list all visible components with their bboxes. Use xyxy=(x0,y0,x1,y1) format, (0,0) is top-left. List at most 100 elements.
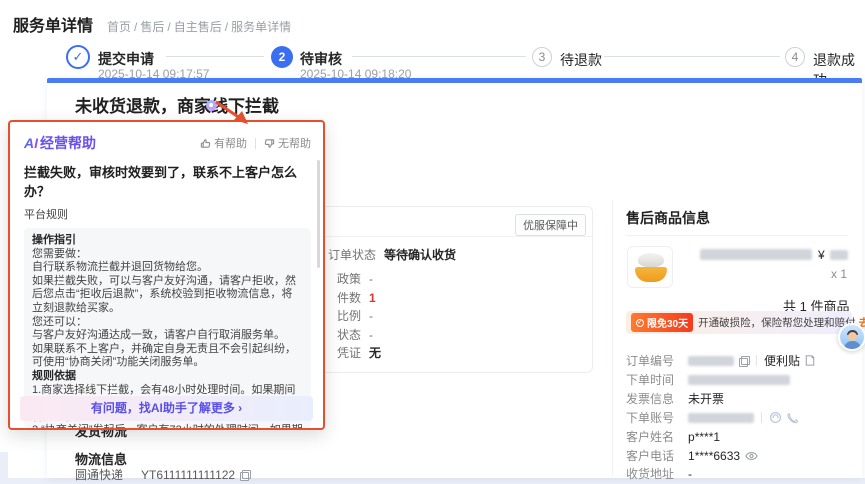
breadcrumb: 首页/售后/自主售后/服务单详情 xyxy=(107,18,291,35)
rule-line: 2.“协商关闭”发起后，客户有72小时的处理时间，如果期间客户未响应，退款申请会… xyxy=(32,424,303,428)
product-bowl-lid xyxy=(638,253,664,267)
customer-phone-row: 客户电话 1****6633 xyxy=(626,447,758,464)
insurance-banner: ✓限免30天 开通破损险，保险帮您处理和赔付 去签约> xyxy=(626,311,852,334)
product-bowl-body xyxy=(635,267,667,282)
guide-line: 自行联系物流拦截并退回货物给您。 xyxy=(32,261,303,275)
guide-line: 您需要做： xyxy=(32,248,303,262)
policy-row: 政策- xyxy=(337,270,373,287)
step3-number-badge: 3 xyxy=(532,47,552,67)
breadcrumb-self-aftersales[interactable]: 自主售后 xyxy=(174,20,222,34)
rules-title: 规则依据 xyxy=(32,370,303,384)
not-helpful-button[interactable]: 无帮助 xyxy=(264,135,311,151)
panel-scrollbar-thumb[interactable] xyxy=(317,160,320,268)
step2-label: 待审核 xyxy=(300,49,342,69)
ai-question: 拦截失败，审核时效要到了，联系不上客户怎么办？ xyxy=(24,162,311,200)
order-time-redacted xyxy=(688,375,790,385)
breadcrumb-current: 服务单详情 xyxy=(231,20,291,34)
product-title-redacted xyxy=(700,249,812,260)
order-status-row: 订单状态等待确认收货 xyxy=(328,246,456,263)
not-helpful-label: 无帮助 xyxy=(278,135,311,151)
ai-logo-prefix: AI xyxy=(24,135,38,151)
field-label: 客户电话 xyxy=(626,447,674,464)
eye-icon[interactable] xyxy=(745,451,758,461)
order-number-row: 订单编号 便利贴 xyxy=(626,352,815,369)
logistics-row: 圆通快递 YT6111111111122 xyxy=(75,466,250,483)
guide-line: 与客户友好沟通达成一致，请客户自行取消服务单。 xyxy=(32,329,303,343)
helpful-button[interactable]: 有帮助 xyxy=(200,135,247,151)
field-label: 下单账号 xyxy=(626,409,674,426)
field-label: 客户姓名 xyxy=(626,428,674,445)
order-number-redacted xyxy=(688,356,734,366)
product-quantity: x 1 xyxy=(831,267,847,281)
breadcrumb-separator: / xyxy=(225,20,228,34)
row-value: - xyxy=(369,272,373,286)
row-value: 无 xyxy=(369,346,381,360)
guide-title: 操作指引 xyxy=(32,234,303,248)
avatar-face xyxy=(848,332,857,341)
stepper-connector xyxy=(604,56,780,57)
phone-icon[interactable] xyxy=(787,412,799,424)
stepper-connector xyxy=(352,56,526,57)
service-order-detail-page: 服务单详情 首页/售后/自主售后/服务单详情 ✓ 提交申请 2025-10-14… xyxy=(0,0,865,484)
row-label: 件数 xyxy=(337,291,361,305)
price-symbol: ¥ xyxy=(818,248,825,262)
rule-category-label: 平台规则 xyxy=(24,206,311,222)
helpful-label: 有帮助 xyxy=(214,135,247,151)
breadcrumb-separator: / xyxy=(167,20,170,34)
feedback-divider xyxy=(255,138,256,149)
floating-support-avatar[interactable] xyxy=(838,323,865,351)
field-label: 收货地址 xyxy=(626,465,674,482)
field-label: 订单编号 xyxy=(626,352,674,369)
limited-free-badge: ✓限免30天 xyxy=(631,313,693,332)
copy-icon[interactable] xyxy=(739,356,749,366)
copy-icon[interactable] xyxy=(240,470,250,480)
order-time-row: 下单时间 xyxy=(626,371,790,388)
note-icon[interactable] xyxy=(805,355,815,366)
step1-check-icon: ✓ xyxy=(66,45,90,69)
breadcrumb-aftersales[interactable]: 售后 xyxy=(140,20,164,34)
step3-label: 待退款 xyxy=(560,50,602,70)
order-status-card: 优服保障中 订单状态等待确认收货 政策- 件数1 比例- 状态- 凭证无 xyxy=(300,206,593,373)
thumbs-up-icon xyxy=(200,138,211,149)
stepper-connector xyxy=(166,56,264,57)
sidebar-title-divider xyxy=(626,235,848,236)
row-label: 凭证 xyxy=(337,346,361,360)
sticky-note-link[interactable]: 便利贴 xyxy=(764,352,800,369)
item-count-row: 件数 1 xyxy=(337,289,376,306)
field-label: 下单时间 xyxy=(626,371,674,388)
row-value: 1 xyxy=(369,291,376,305)
value-divider xyxy=(756,355,757,366)
shield-check-icon: ✓ xyxy=(636,319,644,327)
invoice-row: 发票信息 未开票 xyxy=(626,390,724,407)
step4-number-badge: 4 xyxy=(785,47,805,67)
row-value: - xyxy=(369,309,373,323)
ai-assistant-panel: AI经营帮助 有帮助 无帮助 拦截失败，审核时效要到了，联系不上客户怎么办？ 平… xyxy=(8,120,325,430)
breadcrumb-home[interactable]: 首页 xyxy=(107,20,131,34)
step2-number-badge: 2 xyxy=(271,46,293,68)
row-label: 状态 xyxy=(337,328,361,342)
shipping-address-row: 收货地址 - xyxy=(626,465,692,482)
guide-line: 您还可以： xyxy=(32,316,303,330)
row-label: 政策 xyxy=(337,272,361,286)
row-label: 比例 xyxy=(337,309,361,323)
feedback-controls: 有帮助 无帮助 xyxy=(200,135,311,151)
sidebar-divider xyxy=(612,200,613,476)
row-label: 订单状态 xyxy=(328,248,376,262)
thumbs-down-icon xyxy=(264,138,275,149)
service-guarantee-badge[interactable]: 优服保障中 xyxy=(515,214,586,236)
customer-service-icon[interactable] xyxy=(769,411,782,424)
evidence-row: 凭证无 xyxy=(337,344,381,361)
value-divider xyxy=(761,412,762,423)
badge-label: 限免30天 xyxy=(647,315,688,330)
card-top-accent-bar xyxy=(47,78,862,83)
courier-name: 圆通快递 xyxy=(75,466,123,483)
ratio-row: 比例- xyxy=(337,307,373,324)
tracking-number: YT6111111111122 xyxy=(141,468,235,482)
guide-line: 如果联系不上客户，并确定自身无责且不会引起纠纷，可使用“协商关闭”功能关闭服务单… xyxy=(32,343,303,370)
product-thumbnail[interactable] xyxy=(627,246,673,288)
card-divider xyxy=(301,236,592,237)
field-value: 1****6633 xyxy=(688,449,740,463)
ask-ai-more-link[interactable]: 有问题，找AI助手了解更多 › xyxy=(20,396,313,421)
price-redacted xyxy=(830,250,848,260)
annotation-arrow xyxy=(198,94,262,136)
